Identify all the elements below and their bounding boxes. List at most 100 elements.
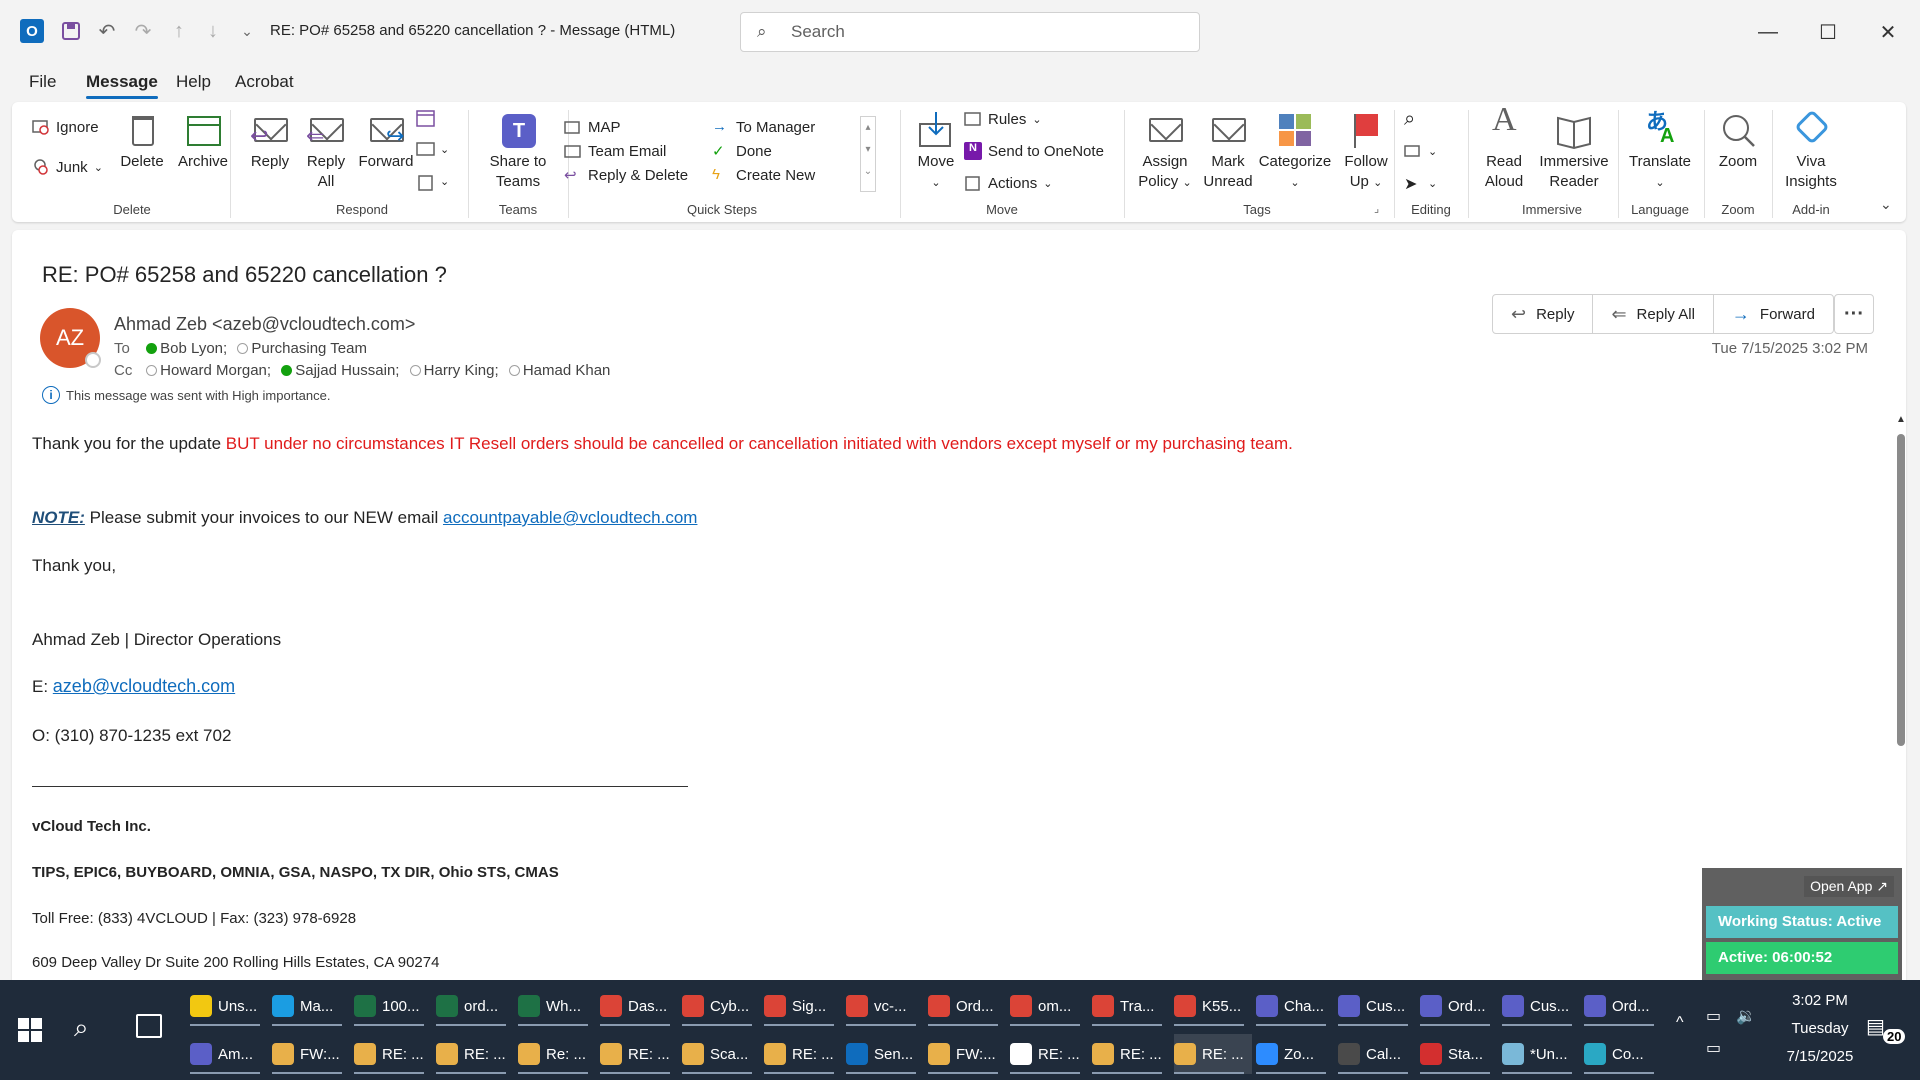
select-button[interactable]: ➤ ⌄ (1404, 174, 1437, 193)
read-aloud-button[interactable]: A Read Aloud (1474, 103, 1534, 192)
taskbar-item[interactable]: Cus... (1338, 986, 1416, 1026)
clock-date[interactable]: 7/15/2025 (1770, 1048, 1870, 1065)
taskbar-item[interactable]: Sig... (764, 986, 842, 1026)
taskbar-item[interactable]: RE: ... (764, 1034, 842, 1074)
immersive-reader-button[interactable]: Immersive Reader (1534, 110, 1614, 192)
maximize-button[interactable]: ☐ (1806, 14, 1850, 50)
desktop-icon[interactable]: ▭ (1706, 1038, 1721, 1058)
taskbar-item[interactable]: om... (1010, 986, 1088, 1026)
taskbar-item[interactable]: Sta... (1420, 1034, 1498, 1074)
scroll-up-icon[interactable]: ▲ (1896, 414, 1906, 425)
reply-button[interactable]: ↩ Reply (242, 110, 298, 172)
show-hidden-icons[interactable]: ^ (1676, 1014, 1684, 1032)
taskbar-item[interactable]: Co... (1584, 1034, 1662, 1074)
taskbar-item[interactable]: Ord... (928, 986, 1006, 1026)
taskbar-item[interactable]: Sen... (846, 1034, 924, 1074)
taskbar-item[interactable]: RE: ... (436, 1034, 514, 1074)
zoom-button[interactable]: Zoom (1708, 110, 1768, 172)
sender-name[interactable]: Ahmad Zeb <azeb@vcloudtech.com> (114, 314, 415, 335)
volume-icon[interactable]: 🔉 (1736, 1006, 1756, 1026)
quicksteps-scroller[interactable]: ▴ ▾ ⌄ (860, 116, 876, 192)
accounts-payable-email-link[interactable]: accountpayable@vcloudtech.com (443, 508, 697, 527)
rules-button[interactable]: Rules ⌄ (964, 110, 1042, 128)
taskbar-item[interactable]: RE: ... (354, 1034, 432, 1074)
forward-button[interactable]: ↪ Forward (354, 110, 418, 172)
taskbar-item[interactable]: FW:... (272, 1034, 350, 1074)
quickstep-create-new[interactable]: ϟ Create New (712, 166, 815, 184)
quickstep-to-manager[interactable]: → To Manager (712, 118, 815, 136)
taskbar-item[interactable]: Cyb... (682, 986, 760, 1026)
taskbar-item[interactable]: RE: ... (1010, 1034, 1088, 1074)
taskbar-item[interactable]: Zo... (1256, 1034, 1334, 1074)
taskbar-item[interactable]: Uns... (190, 986, 268, 1026)
meeting-reply-button[interactable] (416, 108, 435, 127)
taskbar-item[interactable]: Cha... (1256, 986, 1334, 1026)
recipient-harry-king[interactable]: Harry King; (424, 362, 499, 379)
reply-all-action-button[interactable]: ⇐ Reply All (1593, 295, 1714, 333)
follow-up-button[interactable]: Follow Up ⌄ (1338, 110, 1394, 193)
taskbar-item[interactable]: Ord... (1420, 986, 1498, 1026)
close-button[interactable]: ✕ (1866, 14, 1910, 50)
categorize-button[interactable]: Categorize ⌄ (1248, 110, 1342, 193)
move-button[interactable]: Move ⌄ (908, 110, 964, 193)
actions-button[interactable]: Actions ⌄ (964, 174, 1052, 192)
quickstep-done[interactable]: ✓ Done (712, 142, 772, 161)
clock-time[interactable]: 3:02 PM (1770, 992, 1870, 1009)
share-to-teams-button[interactable]: T Share to Teams (478, 110, 558, 192)
quickstep-reply-delete[interactable]: ↩ Reply & Delete (564, 166, 688, 185)
more-options-button[interactable]: ··· (1834, 294, 1874, 334)
recipient-howard-morgan[interactable]: Howard Morgan; (160, 362, 271, 379)
task-view-icon[interactable] (136, 1014, 162, 1038)
minimize-button[interactable]: — (1746, 14, 1790, 50)
taskbar-item[interactable]: Am... (190, 1034, 268, 1074)
search-input[interactable] (791, 21, 1171, 43)
taskbar-item[interactable]: ord... (436, 986, 514, 1026)
clock-day[interactable]: Tuesday (1770, 1020, 1870, 1037)
taskbar-item[interactable]: *Un... (1502, 1034, 1580, 1074)
avatar[interactable]: AZ (40, 308, 101, 368)
taskbar-item[interactable]: RE: ... (1092, 1034, 1170, 1074)
taskbar-item[interactable]: vc-... (846, 986, 924, 1026)
taskbar-item[interactable]: Cus... (1502, 986, 1580, 1026)
archive-button[interactable]: Archive (168, 110, 238, 172)
recipient-sajjad-hussain[interactable]: Sajjad Hussain; (295, 362, 399, 379)
assign-policy-button[interactable]: Assign Policy ⌄ (1132, 110, 1198, 193)
save-icon[interactable] (58, 18, 84, 44)
translate-button[interactable]: あA Translate ⌄ (1620, 110, 1700, 193)
reply-all-button[interactable]: ⇐ Reply All (298, 110, 354, 192)
taskbar-item[interactable]: RE: ... (1174, 1034, 1252, 1074)
taskbar-item[interactable]: FW:... (928, 1034, 1006, 1074)
tab-file[interactable]: File (29, 72, 56, 92)
taskbar-item[interactable]: K55... (1174, 986, 1252, 1026)
reply-action-button[interactable]: ↩ Reply (1493, 295, 1594, 333)
search-box[interactable]: ⌕ (740, 12, 1200, 52)
sender-email-link[interactable]: azeb@vcloudtech.com (53, 676, 235, 696)
recipient-hamad-khan[interactable]: Hamad Khan (523, 362, 611, 379)
tab-message[interactable]: Message (86, 72, 158, 99)
ribbon-collapse-icon[interactable]: ⌄ (1880, 196, 1892, 213)
recipient-bob-lyon[interactable]: Bob Lyon; (160, 340, 227, 357)
more-respond-button[interactable]: ⌄ (416, 140, 449, 158)
taskbar-item[interactable]: Wh... (518, 986, 596, 1026)
start-button[interactable] (18, 1018, 42, 1042)
taskbar-search-icon[interactable]: ⌕ (74, 1012, 89, 1044)
taskbar-item[interactable]: Re: ... (518, 1034, 596, 1074)
redo-icon[interactable]: ↷ (130, 18, 156, 44)
viva-insights-button[interactable]: Viva Insights (1776, 110, 1846, 192)
customize-toolbar-icon[interactable]: ⌄ (234, 18, 260, 44)
taskbar-item[interactable]: 100... (354, 986, 432, 1026)
delete-button[interactable]: Delete (114, 110, 170, 172)
forward-action-button[interactable]: → Forward (1714, 295, 1833, 333)
previous-item-icon[interactable]: ↑ (166, 18, 192, 44)
send-to-onenote-button[interactable]: N Send to OneNote (964, 142, 1104, 160)
quickstep-team-email[interactable]: Team Email (564, 142, 666, 160)
taskbar-item[interactable]: Tra... (1092, 986, 1170, 1026)
taskbar-item[interactable]: Cal... (1338, 1034, 1416, 1074)
scroll-thumb[interactable] (1897, 434, 1905, 746)
taskbar-item[interactable]: Sca... (682, 1034, 760, 1074)
tags-dialog-launcher[interactable]: ⌟ (1374, 202, 1379, 215)
open-app-button[interactable]: Open App ↗ (1804, 876, 1894, 897)
junk-button[interactable]: Junk ⌄ (32, 158, 103, 176)
taskbar-item[interactable]: Ord... (1584, 986, 1662, 1026)
more-actions-button[interactable]: ⌄ (416, 172, 449, 191)
